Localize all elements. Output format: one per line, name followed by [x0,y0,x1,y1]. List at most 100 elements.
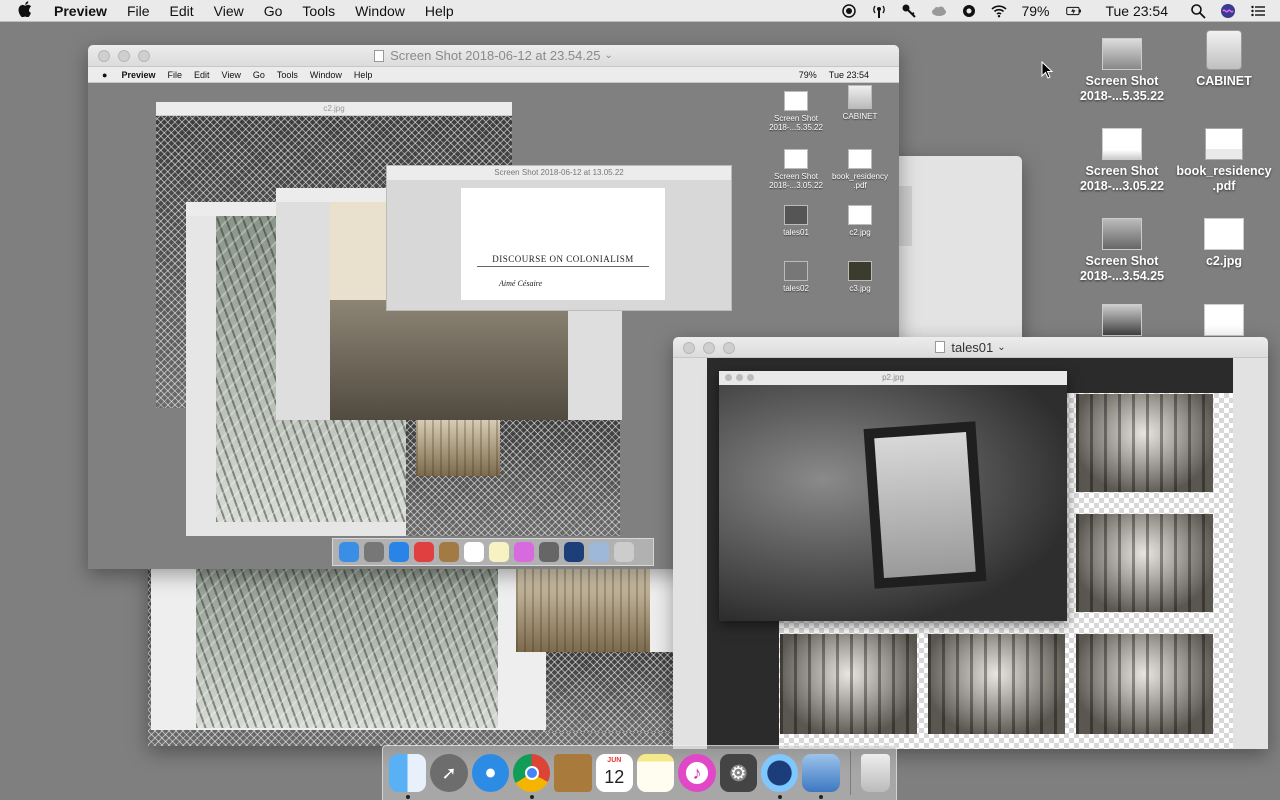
document-heading: DISCOURSE ON COLONIALISM [492,254,634,264]
zoom-button[interactable] [138,50,150,62]
notebook-icon[interactable] [554,754,592,792]
battery-percentage[interactable]: 79% [1021,3,1049,19]
left-white-strip [673,358,707,749]
document-rule [477,266,649,267]
inner-app-menu: Preview [121,69,156,80]
inner-menu-window: Window [309,69,342,80]
inner-window-document: Screen Shot 2018-06-12 at 13.05.22 DISCO… [386,165,732,311]
photo-gallery-interior-1 [1076,394,1213,492]
close-button[interactable] [683,342,695,354]
inner-menu-edit: Edit [193,69,210,80]
desktop-icon-partial-1[interactable] [1072,304,1172,340]
desktop-icon-c2[interactable]: c2.jpg [1174,218,1274,269]
menu-window[interactable]: Window [355,3,405,19]
siri-icon[interactable] [1220,3,1236,19]
screenshot-thumbnail-icon [1102,304,1142,336]
image-thumbnail-icon [1204,304,1244,336]
tales01-window[interactable]: tales01 ⌄ p2.jpg [673,337,1268,749]
inner-icon-c2: c2.jpg [827,205,893,237]
battery-charging-icon[interactable] [1063,3,1085,19]
image-palm-green [196,560,498,728]
minimize-button[interactable] [118,50,130,62]
lower-preview-window[interactable] [148,560,678,746]
chevron-down-icon[interactable]: ⌄ [997,342,1005,353]
document-icon [374,49,385,62]
system-preferences-icon[interactable]: ⚙ [719,754,757,792]
spotlight-search-icon[interactable] [1190,3,1206,19]
mouse-pointer-icon [1041,61,1053,79]
safari-icon[interactable] [471,754,509,792]
inner-menu-file: File [167,69,182,80]
document-icon [935,341,946,353]
pdf-file-icon [1205,128,1243,160]
photo-exhibit-hall [1076,634,1213,734]
photo-hall-tables [928,634,1065,734]
window-titlebar[interactable]: Screen Shot 2018-06-12 at 23.54.25 ⌄ [88,45,899,67]
close-button[interactable] [98,50,110,62]
desktop-icon-screenshot-3[interactable]: Screen Shot 2018-...3.54.25 [1072,218,1172,284]
finder-icon[interactable] [389,754,427,799]
menu-edit[interactable]: Edit [170,3,194,19]
trash-icon[interactable] [860,754,891,792]
inner-window-p2[interactable]: p2.jpg [719,371,1067,621]
inner-clock: Tue 23:54 [828,69,869,80]
traffic-lights [98,50,150,62]
quicktime-icon[interactable] [760,754,799,799]
inner-titlebar-document: Screen Shot 2018-06-12 at 13.05.22 [387,166,731,180]
inner-menu-view: View [221,69,241,80]
screenshot-thumbnail-icon [1102,38,1142,70]
chrome-icon[interactable] [512,754,551,799]
app-menu[interactable]: Preview [54,3,107,19]
traffic-lights [683,342,735,354]
photo-machinery [780,634,917,734]
notes-icon[interactable] [636,754,675,792]
screenshot-thumbnail-icon [1102,218,1142,250]
desktop-icon-book-residency[interactable]: book_residency .pdf [1174,128,1274,194]
window-edge [898,186,912,246]
minimize-button[interactable] [703,342,715,354]
inner-icon-screenshot-2: Screen Shot 2018-...3.05.22 [763,149,829,190]
notification-center-icon[interactable] [1250,3,1266,19]
image-sepia-figures [416,420,500,476]
menu-bar: Preview File Edit View Go Tools Window H… [0,0,1280,22]
apple-menu-icon[interactable] [18,0,38,21]
key-icon[interactable] [901,3,917,19]
desktop-icon-screenshot-2[interactable]: Screen Shot 2018-...3.05.22 [1072,128,1172,194]
screenshot-thumbnail-icon [1102,128,1142,160]
gear-extension-icon[interactable] [961,3,977,19]
launchpad-icon[interactable]: ➚ [430,754,468,792]
background-window[interactable] [890,156,1022,346]
document-author: Aimé Césaire [499,279,543,288]
desktop-icon-partial-2[interactable] [1174,304,1274,340]
inner-dock [332,538,654,566]
desktop-icon-screenshot-1[interactable]: Screen Shot 2018-...5.35.22 [1072,38,1172,104]
zoom-button[interactable] [723,342,735,354]
menu-view[interactable]: View [214,3,244,19]
preview-icon[interactable] [802,754,840,799]
record-icon[interactable] [841,3,857,19]
right-light-strip [1233,358,1268,749]
calendar-icon[interactable]: JUN 12 [595,754,633,792]
menu-help[interactable]: Help [425,3,454,19]
window-titlebar[interactable]: tales01 ⌄ [673,337,1268,358]
cloud-icon[interactable] [931,3,947,19]
desktop-icon-cabinet[interactable]: CABINET [1174,30,1274,89]
inner-titlebar-p2[interactable]: p2.jpg [719,371,1067,385]
document-page: DISCOURSE ON COLONIALISM Aimé Césaire [461,188,665,300]
menu-tools[interactable]: Tools [302,3,335,19]
inner-battery: 79% [798,69,817,80]
inner-icon-tales02: tales02 [763,261,829,293]
clock[interactable]: Tue 23:54 [1105,3,1168,19]
itunes-icon[interactable]: ♪ [678,754,716,792]
menu-file[interactable]: File [127,3,150,19]
inner-icon-tales01: tales01 [763,205,829,237]
inner-menu-help: Help [353,69,373,80]
chevron-down-icon[interactable]: ⌄ [604,50,612,61]
menu-go[interactable]: Go [264,3,283,19]
dock: ➚ JUN 12 ♪ ⚙ [382,745,897,800]
inner-apple-icon: ● [102,69,108,80]
broadcast-icon[interactable] [871,3,887,19]
wifi-icon[interactable] [991,3,1007,19]
inner-traffic-lights [725,374,754,381]
inner-menu-go: Go [252,69,265,80]
